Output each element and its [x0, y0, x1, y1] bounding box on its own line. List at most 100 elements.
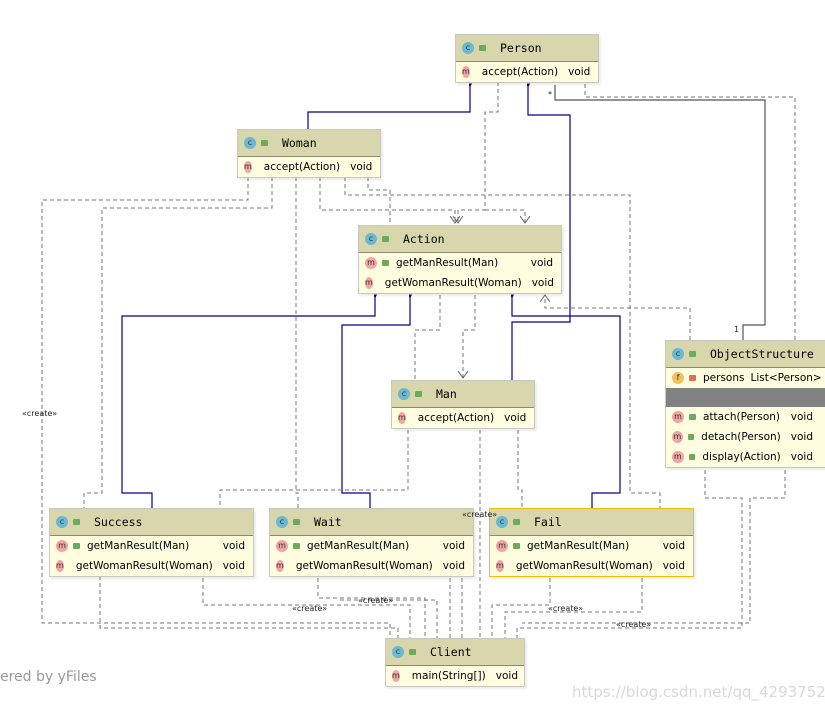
class-name: Client [430, 645, 472, 659]
method-row[interactable]: m getManResult(Man) void [50, 536, 253, 556]
method-row[interactable]: m main(String[]) void [386, 666, 524, 686]
method-row[interactable]: m getWomanResult(Woman) void [270, 556, 473, 576]
class-man[interactable]: c Man m accept(Action) void [391, 380, 535, 429]
return-type: void [790, 411, 813, 423]
method-signature: getWomanResult(Woman) [515, 560, 653, 572]
return-type: void [790, 451, 813, 463]
method-row[interactable]: m getWomanResult(Woman) void [50, 556, 253, 576]
public-icon [687, 434, 695, 440]
class-icon: c [244, 137, 256, 149]
class-wait[interactable]: c Wait m getManResult(Man) void m getWomanRe… [269, 508, 474, 577]
class-person[interactable]: c Person m accept(Action) void [455, 34, 599, 83]
create-label: «create» [616, 620, 652, 629]
method-icon: m [672, 451, 684, 463]
method-icon: m [276, 540, 288, 552]
class-icon: c [398, 388, 410, 400]
return-type: void [530, 257, 553, 269]
create-label: «create» [358, 596, 394, 605]
return-type: void [442, 560, 465, 572]
class-name: Fail [534, 515, 562, 529]
method-signature: display(Action) [702, 451, 781, 463]
return-type: void [662, 540, 685, 552]
return-type: void [222, 540, 245, 552]
public-icon [382, 260, 389, 266]
class-name: Action [403, 232, 445, 246]
return-type: void [790, 431, 813, 443]
method-icon: m [365, 257, 377, 269]
method-signature: getManResult(Man) [527, 540, 630, 552]
return-type: void [222, 560, 245, 572]
method-row[interactable]: m accept(Action) void [392, 408, 534, 428]
method-row[interactable]: m attach(Person) void [666, 407, 825, 427]
method-row[interactable]: m getManResult(Man) void [359, 253, 561, 273]
class-woman[interactable]: c Woman m accept(Action) void [237, 129, 381, 178]
method-icon: m [672, 431, 683, 443]
method-icon: m [496, 560, 504, 572]
method-signature: getWomanResult(Woman) [75, 560, 213, 572]
create-label: «create» [462, 510, 498, 519]
method-signature: getManResult(Man) [307, 540, 410, 552]
method-icon: m [672, 411, 684, 423]
method-row[interactable]: m getManResult(Man) void [270, 536, 473, 556]
method-icon: m [392, 670, 400, 682]
method-icon: m [244, 161, 252, 173]
return-type: void [531, 277, 554, 289]
edge-success-action [121, 295, 375, 508]
public-icon [409, 649, 416, 655]
class-objectstructure[interactable]: c ObjectStructure f persons List<Person> m a… [665, 340, 825, 468]
field-row[interactable]: f persons List<Person> [666, 368, 825, 388]
method-signature: accept(Action) [417, 412, 495, 424]
public-icon [688, 454, 696, 460]
method-row[interactable]: m getManResult(Man) void [490, 536, 693, 556]
method-row[interactable]: m getWomanResult(Woman) void [359, 273, 561, 293]
public-icon [689, 351, 696, 357]
watermark: https://blog.csdn.net/qq_42937522 [572, 683, 825, 701]
class-name: Success [94, 515, 143, 529]
class-name: Man [436, 387, 457, 401]
public-icon [513, 519, 520, 525]
method-signature: accept(Action) [263, 161, 341, 173]
method-icon: m [462, 66, 470, 78]
method-row[interactable]: m getWomanResult(Woman) void [490, 556, 693, 576]
class-icon: c [276, 516, 288, 528]
method-signature: getManResult(Man) [396, 257, 499, 269]
class-action[interactable]: c Action m getManResult(Man) void m getWoman… [358, 225, 562, 294]
method-row[interactable]: m detach(Person) void [666, 427, 825, 447]
class-name: Woman [282, 136, 317, 150]
public-icon [261, 140, 268, 146]
method-row[interactable]: m display(Action) void [666, 447, 825, 467]
method-icon: m [398, 412, 406, 424]
method-icon: m [56, 560, 64, 572]
class-name: Wait [314, 515, 342, 529]
class-name: Person [500, 41, 542, 55]
return-type: void [350, 161, 373, 173]
class-name: ObjectStructure [710, 347, 814, 361]
method-icon: m [365, 277, 373, 289]
method-signature: getManResult(Man) [87, 540, 190, 552]
method-row[interactable]: m accept(Action) void [238, 157, 380, 177]
class-success[interactable]: c Success m getManResult(Man) void m getWoma… [49, 508, 254, 577]
field-icon: f [672, 372, 684, 384]
public-icon [73, 543, 80, 549]
method-icon: m [276, 560, 284, 572]
return-type: void [495, 670, 518, 682]
method-signature: getWomanResult(Woman) [384, 277, 522, 289]
create-label: «create» [22, 409, 58, 418]
public-icon [513, 543, 520, 549]
method-row[interactable]: m accept(Action) void [456, 62, 598, 82]
method-icon: m [56, 540, 68, 552]
return-type: void [504, 412, 527, 424]
class-icon: c [462, 42, 474, 54]
class-icon: c [672, 348, 684, 360]
field-type: List<Person> [750, 372, 822, 384]
yfiles-credit: ered by yFiles [0, 669, 97, 685]
method-icon: m [496, 540, 508, 552]
class-client[interactable]: c Client m main(String[]) void [385, 638, 525, 687]
public-icon [382, 236, 389, 242]
public-icon [293, 519, 300, 525]
field-name: persons [703, 372, 745, 384]
private-icon [689, 375, 696, 381]
method-signature: getWomanResult(Woman) [295, 560, 433, 572]
public-icon [73, 519, 80, 525]
class-fail[interactable]: c Fail m getManResult(Man) void m getWomanRe… [489, 508, 694, 577]
